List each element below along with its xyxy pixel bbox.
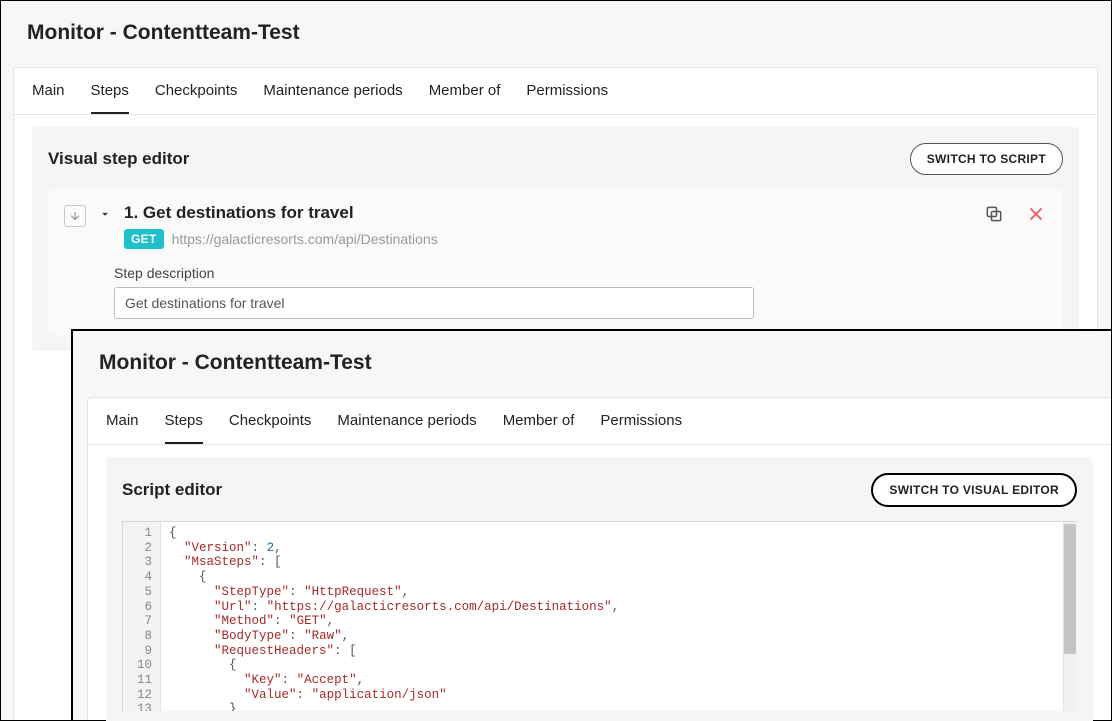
step-description-input[interactable] [114,287,754,319]
step-title: 1. Get destinations for travel [124,203,973,223]
page-title: Monitor - Contentteam-Test [1,1,1111,63]
scrollbar[interactable] [1063,522,1077,711]
scrollbar-thumb[interactable] [1064,524,1076,654]
tab-steps[interactable]: Steps [91,68,129,114]
tab-member-of[interactable]: Member of [429,68,501,114]
reorder-handle-icon[interactable] [64,205,86,227]
step-description-label: Step description [114,265,1047,281]
duplicate-icon[interactable] [983,203,1005,225]
script-editor-block: Script editor SWITCH TO VISUAL EDITOR 1 … [106,457,1093,721]
tab-maintenance-periods[interactable]: Maintenance periods [263,68,402,114]
panel-script-editor: Monitor - Contentteam-Test Main Steps Ch… [71,329,1111,720]
tab-main[interactable]: Main [32,68,65,114]
front-tab-checkpoints[interactable]: Checkpoints [229,398,312,444]
front-tab-member-of[interactable]: Member of [503,398,575,444]
front-page-title: Monitor - Contentteam-Test [73,331,1111,393]
front-tab-permissions[interactable]: Permissions [600,398,682,444]
switch-to-visual-editor-button[interactable]: SWITCH TO VISUAL EDITOR [871,473,1077,507]
tab-checkpoints[interactable]: Checkpoints [155,68,238,114]
front-tab-maintenance-periods[interactable]: Maintenance periods [337,398,476,444]
visual-editor-block: Visual step editor SWITCH TO SCRIPT 1. G… [32,127,1079,351]
tabs-front: Main Steps Checkpoints Maintenance perio… [88,398,1111,445]
step-card: 1. Get destinations for travel GET https… [48,189,1063,335]
delete-icon[interactable] [1025,203,1047,225]
tab-permissions[interactable]: Permissions [526,68,608,114]
script-editor-title: Script editor [122,480,222,500]
collapse-toggle-icon[interactable] [96,207,114,221]
step-url: https://galacticresorts.com/api/Destinat… [172,231,438,247]
http-method-badge: GET [124,229,164,249]
code-editor[interactable]: 1 2 3 4 5 6 7 8 9 10 11 12 13 14 [122,521,1077,711]
front-tab-steps[interactable]: Steps [165,398,203,444]
visual-editor-title: Visual step editor [48,149,189,169]
switch-to-script-button[interactable]: SWITCH TO SCRIPT [910,143,1063,175]
code-content[interactable]: { "Version": 2, "MsaSteps": [ { "StepTyp… [161,522,627,711]
front-tab-main[interactable]: Main [106,398,139,444]
tabs-back: Main Steps Checkpoints Maintenance perio… [14,68,1097,115]
code-gutter: 1 2 3 4 5 6 7 8 9 10 11 12 13 14 [123,522,161,711]
